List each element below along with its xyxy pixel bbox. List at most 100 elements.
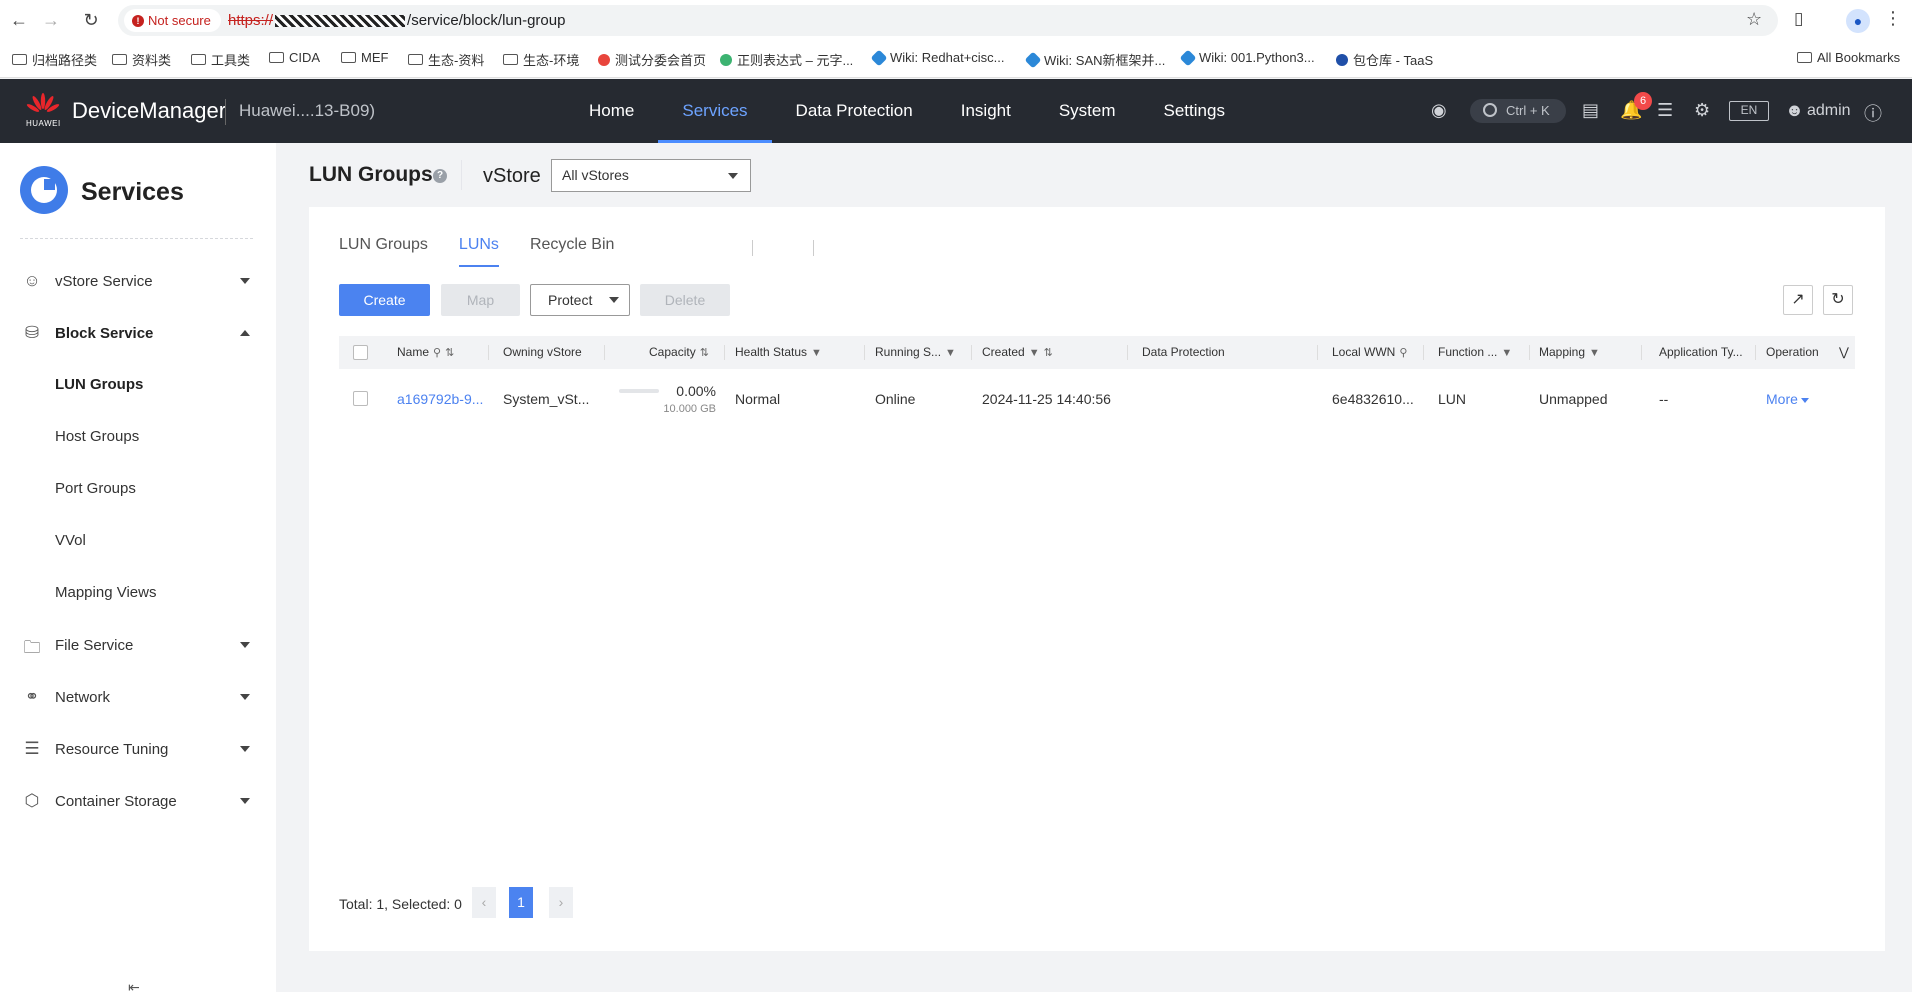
bookmark-link[interactable]: Wiki: SAN新框架并...: [1024, 50, 1165, 69]
col-health-status[interactable]: Health Status ▼: [735, 336, 822, 369]
sidebar-subitem-mapping-views[interactable]: Mapping Views: [55, 584, 156, 601]
wiki-icon: [1179, 49, 1197, 66]
cell-mapping: Unmapped: [1539, 391, 1608, 407]
filter-icon[interactable]: ▼: [1589, 337, 1600, 370]
sidebar-title: Services: [81, 178, 184, 206]
bookmark-link[interactable]: Wiki: 001.Python3...: [1179, 49, 1315, 66]
filter-icon[interactable]: ▼: [1501, 337, 1512, 370]
back-icon[interactable]: ←: [8, 9, 30, 31]
selection-summary: Total: 1, Selected: 0: [339, 896, 462, 912]
nav-system[interactable]: System: [1035, 79, 1140, 143]
bookmark-folder[interactable]: 归档路径类: [12, 50, 97, 69]
next-page-icon[interactable]: ›: [549, 887, 573, 918]
col-created[interactable]: Created ▼ ⇅: [982, 336, 1053, 369]
sort-icon[interactable]: ⇅: [700, 337, 709, 370]
nav-insight[interactable]: Insight: [937, 79, 1035, 143]
select-all-checkbox[interactable]: [353, 345, 368, 360]
extensions-icon[interactable]: ▯: [1794, 9, 1803, 29]
tasks-icon[interactable]: ▤: [1582, 100, 1599, 121]
nav-data-protection[interactable]: Data Protection: [772, 79, 937, 143]
cell-created: 2024-11-25 14:40:56: [982, 391, 1111, 407]
col-capacity[interactable]: Capacity ⇅: [649, 336, 709, 369]
bookmark-link[interactable]: 包仓库 - TaaS: [1336, 50, 1433, 69]
lun-name-link[interactable]: a169792b-9...: [397, 391, 483, 407]
sidebar-subitem-port-groups[interactable]: Port Groups: [55, 480, 136, 497]
col-running-status[interactable]: Running S... ▼: [875, 336, 956, 369]
nav-home[interactable]: Home: [565, 79, 658, 143]
col-function[interactable]: Function ... ▼: [1438, 336, 1512, 369]
sidebar-item-file-service[interactable]: 🗀 File Service: [0, 631, 276, 661]
user-name[interactable]: admin: [1807, 102, 1851, 120]
browser-menu-icon[interactable]: ⋮: [1884, 8, 1902, 29]
vstore-label: vStore: [483, 165, 541, 187]
sidebar-subitem-vvol[interactable]: VVol: [55, 532, 86, 549]
bookmark-link[interactable]: 测试分委会首页: [598, 50, 706, 69]
more-dropdown[interactable]: More: [1766, 391, 1809, 407]
help-icon[interactable]: ⓘ: [1864, 100, 1882, 126]
nav-services[interactable]: Services: [658, 79, 772, 143]
filter-icon[interactable]: ▼: [1029, 337, 1040, 370]
sort-icon[interactable]: ⇅: [1044, 337, 1053, 370]
collapse-sidebar-icon[interactable]: ⇤: [128, 979, 140, 992]
sidebar-subitem-lun-groups[interactable]: LUN Groups: [55, 376, 143, 393]
bookmark-folder[interactable]: 生态-环境: [503, 50, 579, 69]
address-bar[interactable]: ! Not secure https:///service/block/lun-g…: [118, 5, 1778, 36]
col-mapping[interactable]: Mapping ▼: [1539, 336, 1600, 369]
bookmark-folder[interactable]: 工具类: [191, 50, 250, 69]
bookmark-folder[interactable]: 资料类: [112, 50, 171, 69]
nav-settings[interactable]: Settings: [1140, 79, 1249, 143]
not-secure-chip[interactable]: ! Not secure: [124, 9, 221, 32]
tab-luns[interactable]: LUNs: [458, 236, 499, 267]
wiki-icon: [870, 49, 888, 66]
search-icon[interactable]: ⚲: [433, 337, 441, 370]
col-divider: [1423, 345, 1424, 360]
prev-page-icon[interactable]: ‹: [472, 887, 496, 918]
delete-button[interactable]: Delete: [640, 284, 730, 316]
all-bookmarks[interactable]: All Bookmarks: [1797, 50, 1900, 65]
create-button[interactable]: Create: [339, 284, 430, 316]
vstore-select[interactable]: All vStores: [551, 159, 751, 192]
expand-columns-icon[interactable]: ⋁: [1839, 336, 1849, 369]
protect-button[interactable]: Protect: [530, 284, 630, 316]
forward-icon[interactable]: →: [40, 9, 62, 31]
language-toggle[interactable]: EN: [1729, 101, 1769, 121]
chevron-down-icon: [240, 642, 250, 648]
sidebar-item-block-service[interactable]: ⛁ Block Service: [0, 319, 276, 349]
sidebar-item-resource-tuning[interactable]: ☰ Resource Tuning: [0, 735, 276, 765]
theme-toggle-icon[interactable]: ◉: [1431, 100, 1447, 121]
bookmark-folder[interactable]: CIDA: [269, 50, 320, 65]
site-icon: [1336, 53, 1348, 66]
gear-icon[interactable]: ⚙: [1694, 100, 1710, 121]
refresh-icon[interactable]: ↻: [1823, 285, 1853, 315]
sidebar-item-vstore-service[interactable]: ☺ vStore Service: [0, 267, 276, 297]
bookmark-star-icon[interactable]: ☆: [1746, 9, 1762, 30]
reload-icon[interactable]: ↻: [80, 9, 102, 31]
sidebar-subitem-host-groups[interactable]: Host Groups: [55, 428, 139, 445]
url-text[interactable]: https:///service/block/lun-group: [228, 12, 565, 29]
filter-icon[interactable]: ▼: [945, 337, 956, 370]
page-button[interactable]: 1: [509, 887, 533, 918]
bookmark-folder[interactable]: MEF: [341, 50, 388, 65]
tab-lun-groups[interactable]: LUN Groups: [339, 236, 428, 258]
help-icon[interactable]: ?: [433, 169, 447, 183]
alarm-list-icon[interactable]: ☰: [1657, 100, 1673, 121]
tab-divider: [813, 240, 814, 256]
cell-function: LUN: [1438, 391, 1467, 407]
sidebar-item-network[interactable]: ⚭ Network: [0, 683, 276, 713]
search-icon[interactable]: ⚲: [1399, 337, 1407, 370]
sidebar-item-container-storage[interactable]: ⬡ Container Storage: [0, 787, 276, 817]
tab-recycle-bin[interactable]: Recycle Bin: [530, 236, 614, 258]
filter-icon[interactable]: ▼: [811, 337, 822, 370]
user-icon[interactable]: ☻: [1785, 100, 1804, 121]
global-search[interactable]: Ctrl + K: [1470, 99, 1566, 123]
bookmark-link[interactable]: Wiki: Redhat+cisc...: [870, 49, 1005, 66]
sort-icon[interactable]: ⇅: [445, 337, 454, 370]
export-icon[interactable]: ↗: [1783, 285, 1813, 315]
col-name[interactable]: Name ⚲ ⇅: [397, 336, 454, 369]
profile-avatar[interactable]: ●: [1846, 9, 1870, 33]
row-checkbox[interactable]: [353, 391, 368, 406]
map-button[interactable]: Map: [441, 284, 520, 316]
bookmark-folder[interactable]: 生态-资料: [408, 50, 484, 69]
col-local-wwn[interactable]: Local WWN ⚲: [1332, 336, 1407, 369]
bookmark-link[interactable]: 正则表达式 – 元字...: [720, 50, 853, 69]
